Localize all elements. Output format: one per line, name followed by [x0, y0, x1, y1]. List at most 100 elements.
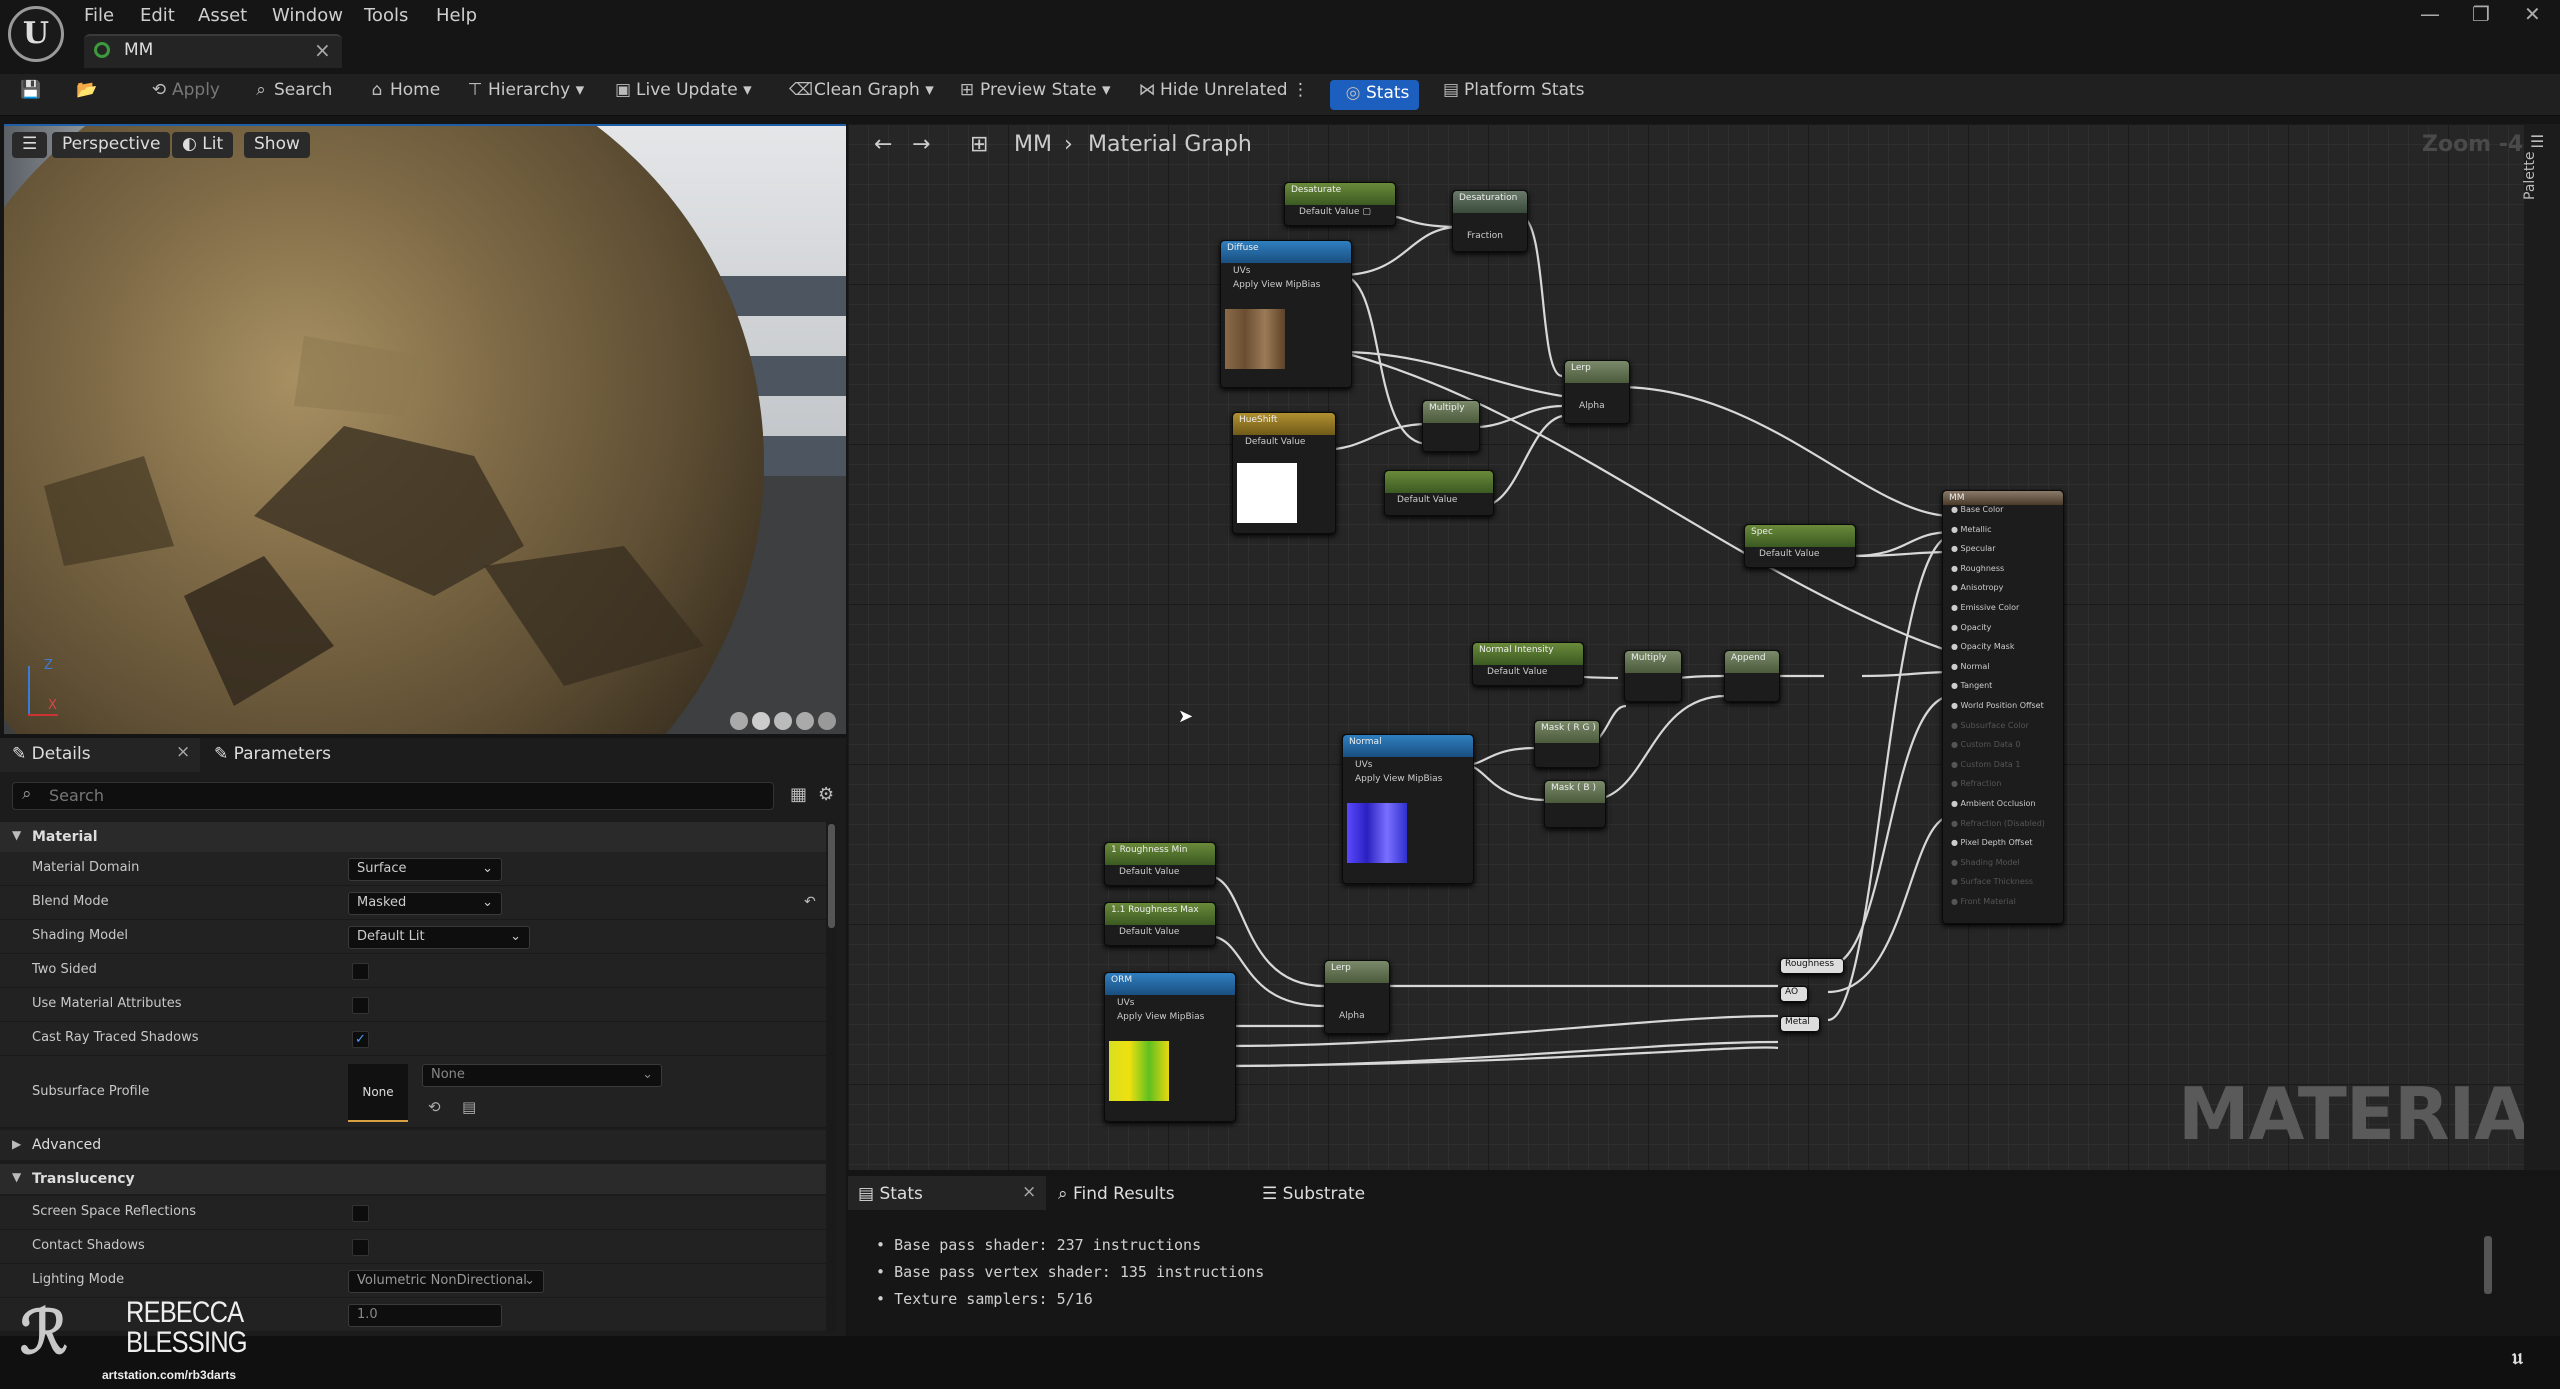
output-pin[interactable]: ● Normal	[1943, 662, 2063, 682]
stats-button[interactable]: ◎ Stats	[1330, 80, 1420, 110]
reset-to-default-icon[interactable]: ↶	[804, 894, 816, 910]
output-pin[interactable]: ● Surface Thickness	[1943, 877, 2063, 897]
reroute-roughness[interactable]: Roughness	[1780, 958, 1844, 974]
node-param-scalar[interactable]: Default Value	[1384, 470, 1494, 516]
contact-shadows-checkbox[interactable]	[352, 1239, 369, 1256]
node-mask-rg[interactable]: Mask ( R G )	[1534, 720, 1600, 768]
live-update-button[interactable]: ▣ Live Update ▾	[610, 80, 752, 110]
section-material[interactable]: Material	[0, 822, 826, 852]
material-graph-canvas[interactable]: Desaturate Default Value ▢ Desaturation …	[848, 124, 2524, 1170]
output-pin[interactable]: ● World Position Offset	[1943, 701, 2063, 721]
reroute-metal[interactable]: Metal	[1780, 1016, 1820, 1032]
hierarchy-button[interactable]: ⊤ Hierarchy ▾	[462, 80, 585, 110]
use-material-attributes-checkbox[interactable]	[352, 997, 369, 1014]
search-button[interactable]: ⌕ Search	[248, 80, 332, 110]
node-roughness-max[interactable]: 1.1 Roughness Max Default Value	[1104, 902, 1216, 946]
shading-model-select[interactable]: Default Lit ⌄	[348, 926, 530, 949]
output-pin[interactable]: ● Pixel Depth Offset	[1943, 838, 2063, 858]
breadcrumb-root[interactable]: MM	[1014, 132, 1052, 157]
node-append[interactable]: Append	[1724, 650, 1780, 702]
table-view-icon[interactable]: ▦	[790, 784, 807, 805]
platform-stats-button[interactable]: ▤ Platform Stats	[1438, 80, 1585, 110]
details-scroll-thumb[interactable]	[828, 824, 835, 928]
viewport-menu-icon[interactable]: ☰	[12, 132, 48, 158]
subsurface-thumbnail[interactable]: None	[348, 1064, 408, 1122]
stats-tab-close-icon[interactable]: ×	[1022, 1182, 1036, 1212]
section-advanced[interactable]: Advanced	[0, 1130, 826, 1160]
stats-tab[interactable]: ▤ Stats	[858, 1184, 923, 1214]
back-arrow-icon[interactable]: ←	[874, 132, 892, 157]
node-multiply-normal[interactable]: Multiply	[1624, 650, 1682, 702]
perspective-button[interactable]: Perspective	[52, 132, 171, 158]
save-icon[interactable]: 💾	[18, 80, 44, 110]
menu-window[interactable]: Window	[272, 5, 343, 26]
output-pin[interactable]: ● Anisotropy	[1943, 583, 2063, 603]
menu-tools[interactable]: Tools	[364, 5, 408, 26]
output-pin[interactable]: ● Ambient Occlusion	[1943, 799, 2063, 819]
details-tab[interactable]: ✎ Details	[12, 744, 91, 774]
cast-ray-traced-shadows-checkbox[interactable]: ✓	[352, 1031, 369, 1048]
node-specular-param[interactable]: Spec Default Value	[1744, 524, 1856, 568]
menu-file[interactable]: File	[84, 5, 114, 26]
find-results-tab[interactable]: ⌕ Find Results	[1058, 1184, 1175, 1214]
two-sided-checkbox[interactable]	[352, 963, 369, 980]
forward-arrow-icon[interactable]: →	[912, 132, 930, 157]
menu-asset[interactable]: Asset	[198, 5, 247, 26]
output-pin[interactable]: ● Roughness	[1943, 564, 2063, 584]
output-pin[interactable]: ● Shading Model	[1943, 858, 2063, 878]
browse-icon[interactable]: 📂	[74, 80, 100, 110]
output-pin[interactable]: ● Subsurface Color	[1943, 721, 2063, 741]
material-domain-select[interactable]: Surface ⌄	[348, 858, 502, 881]
parameters-tab[interactable]: ✎ Parameters	[214, 744, 331, 774]
show-button[interactable]: Show	[244, 132, 310, 158]
apply-button[interactable]: ⟲ Apply	[146, 80, 220, 110]
menu-help[interactable]: Help	[436, 5, 477, 26]
close-window-icon[interactable]: ✕	[2524, 2, 2541, 26]
output-pin[interactable]: ● Tangent	[1943, 681, 2063, 701]
output-pin[interactable]: ● Front Material	[1943, 897, 2063, 917]
menu-edit[interactable]: Edit	[140, 5, 175, 26]
palette-tab[interactable]: Palette	[2522, 120, 2538, 201]
preview-shape-plane-icon[interactable]	[774, 712, 792, 730]
details-search-input[interactable]: Search	[12, 782, 774, 810]
lit-button[interactable]: ◐ Lit	[172, 132, 234, 158]
node-lerp-roughness[interactable]: Lerp Alpha	[1324, 960, 1390, 1034]
node-multiply[interactable]: Multiply	[1422, 400, 1480, 452]
subsurface-profile-select[interactable]: None ⌄	[422, 1064, 662, 1087]
node-orm-texture[interactable]: ORM UVs Apply View MipBias	[1104, 972, 1236, 1122]
clean-graph-button[interactable]: ⌫Clean Graph ▾	[788, 80, 934, 110]
ssr-checkbox[interactable]	[352, 1205, 369, 1222]
details-tab-close-icon[interactable]: ×	[176, 742, 190, 772]
node-diffuse-texture[interactable]: Diffuse UVs Apply View MipBias	[1220, 240, 1352, 388]
preview-state-button[interactable]: ⊞ Preview State ▾	[954, 80, 1111, 110]
tab-close-icon[interactable]: ×	[314, 38, 331, 62]
document-tab[interactable]	[84, 34, 342, 68]
preview-viewport[interactable]: Z X	[4, 124, 846, 734]
node-mask-b[interactable]: Mask ( B )	[1544, 780, 1606, 828]
node-material-output[interactable]: MM ● Base Color ● Metallic ● Specular ● Rou…	[1942, 490, 2064, 924]
preview-shape-sphere-icon[interactable]	[752, 712, 770, 730]
hide-unrelated-button[interactable]: ⋈ Hide Unrelated	[1134, 80, 1288, 110]
section-translucency[interactable]: Translucency	[0, 1164, 826, 1194]
output-pin[interactable]: ● Opacity Mask	[1943, 642, 2063, 662]
blend-mode-select[interactable]: Masked ⌄	[348, 892, 502, 915]
output-pin[interactable]: ● Specular	[1943, 544, 2063, 564]
stats-scroll-thumb[interactable]	[2484, 1236, 2492, 1294]
output-pin[interactable]: ● Metallic	[1943, 525, 2063, 545]
node-desaturation[interactable]: Desaturation Fraction	[1452, 190, 1528, 252]
home-button[interactable]: ⌂ Home	[364, 80, 441, 110]
unreal-logo[interactable]: U	[8, 6, 64, 62]
node-hueshift[interactable]: HueShift Default Value	[1232, 412, 1336, 534]
restore-icon[interactable]: ❐	[2472, 2, 2490, 26]
node-normal-texture[interactable]: Normal UVs Apply View MipBias	[1342, 734, 1474, 884]
partial-value-field[interactable]: 1.0	[348, 1304, 502, 1327]
node-lerp-top[interactable]: Lerp Alpha	[1564, 360, 1630, 424]
output-pin[interactable]: ● Refraction (Disabled)	[1943, 819, 2063, 839]
settings-gear-icon[interactable]: ⚙	[818, 784, 834, 805]
reroute-ao[interactable]: AO	[1780, 986, 1808, 1002]
minimize-icon[interactable]: —	[2420, 2, 2440, 26]
browse-asset-icon[interactable]: ▤	[462, 1098, 476, 1116]
output-pin[interactable]: ● Custom Data 1	[1943, 760, 2063, 780]
preview-shape-cube-icon[interactable]	[796, 712, 814, 730]
node-roughness-min[interactable]: 1 Roughness Min Default Value	[1104, 842, 1216, 886]
